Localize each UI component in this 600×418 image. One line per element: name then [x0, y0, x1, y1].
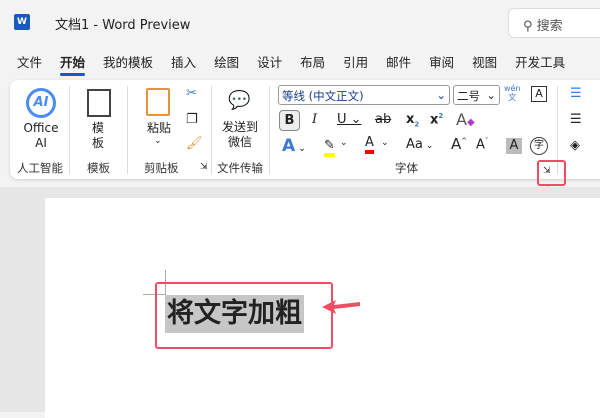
phonetic-label: wén: [504, 84, 521, 93]
italic-button[interactable]: I: [312, 112, 317, 127]
phonetic-guide-button[interactable]: wén 文: [504, 84, 521, 102]
group-label-template: 模板: [87, 161, 110, 175]
align-left-icon[interactable]: ☰: [570, 112, 582, 127]
chevron-down-icon[interactable]: ⌄: [340, 138, 348, 148]
tab-my-templates[interactable]: 我的模板: [94, 52, 162, 76]
tab-design[interactable]: 设计: [248, 52, 291, 76]
send-to-wechat-button[interactable]: 发送到微信: [222, 120, 258, 150]
ribbon-tabs: 文件 开始 我的模板 插入 绘图 设计 布局 引用 邮件 审阅 视图 开发工具: [8, 52, 574, 76]
group-label-font: 字体: [395, 161, 418, 175]
tab-layout[interactable]: 布局: [291, 52, 334, 76]
group-label-clipboard: 剪贴板: [144, 161, 179, 175]
chevron-down-icon: ⌄: [486, 88, 496, 102]
copy-icon[interactable]: ❐: [186, 112, 198, 127]
tab-view[interactable]: 视图: [463, 52, 506, 76]
clipboard-launcher-icon[interactable]: ⇲: [200, 162, 208, 172]
wechat-icon: 💬: [228, 90, 251, 111]
font-name-value: 等线 (中文正文): [282, 89, 364, 103]
shading-icon[interactable]: ◈: [570, 138, 580, 153]
grow-font-button[interactable]: A^: [451, 135, 467, 153]
chevron-down-icon[interactable]: ⌄: [381, 138, 389, 148]
font-size-select[interactable]: 二号 ⌄: [453, 85, 500, 105]
strikethrough-button[interactable]: ab: [375, 112, 391, 127]
enclose-characters-button[interactable]: 字: [530, 137, 548, 155]
subscript-button[interactable]: x2: [406, 112, 419, 129]
text-effects-button[interactable]: A ⌄: [282, 136, 306, 156]
tab-home[interactable]: 开始: [51, 52, 94, 76]
office-ai-button[interactable]: Office AI: [18, 121, 64, 151]
font-size-value: 二号: [457, 89, 480, 103]
group-label-ai: 人工智能: [17, 161, 63, 175]
launcher-highlight-box: [537, 160, 566, 186]
underline-button[interactable]: U ⌄: [337, 112, 362, 127]
tab-mailings[interactable]: 邮件: [377, 52, 420, 76]
font-name-select[interactable]: 等线 (中文正文) ⌄: [278, 85, 450, 105]
title-bar: W 文档1 - Word Preview ⚲ 搜索: [0, 0, 600, 44]
tab-insert[interactable]: 插入: [162, 52, 205, 76]
paste-icon: [146, 88, 170, 116]
chevron-down-icon: ⌄: [436, 88, 446, 102]
phonetic-char: 文: [508, 93, 517, 102]
office-ai-icon: AI: [26, 88, 56, 118]
clear-formatting-icon[interactable]: A◆: [456, 110, 475, 129]
change-case-button[interactable]: Aa ⌄: [406, 137, 433, 152]
tab-draw[interactable]: 绘图: [205, 52, 248, 76]
search-box[interactable]: ⚲ 搜索: [508, 8, 600, 38]
character-border-icon[interactable]: A: [531, 86, 547, 102]
group-label-transfer: 文件传输: [217, 161, 263, 175]
highlight-color-button[interactable]: ✎: [324, 138, 335, 157]
window-title: 文档1 - Word Preview: [55, 18, 191, 33]
character-shading-button[interactable]: A: [506, 138, 522, 154]
bold-button[interactable]: B: [279, 110, 300, 131]
arrow-left-annotation: [322, 300, 360, 314]
ribbon: AI Office AI 人工智能 模板 模板 粘贴 ⌄ ✂ ❐ 🖌 剪贴板 ⇲…: [10, 80, 600, 179]
chevron-down-icon[interactable]: ⌄: [154, 136, 162, 146]
template-button[interactable]: 模板: [88, 121, 108, 151]
paste-button[interactable]: 粘贴: [144, 121, 174, 136]
tab-developer[interactable]: 开发工具: [506, 52, 574, 76]
format-painter-icon[interactable]: 🖌: [186, 136, 203, 151]
bullets-icon[interactable]: ☰: [570, 86, 582, 101]
text-highlight-box: [155, 282, 333, 349]
font-color-button[interactable]: A: [365, 136, 374, 154]
superscript-button[interactable]: x2: [430, 112, 443, 127]
tab-file[interactable]: 文件: [8, 52, 51, 76]
tab-references[interactable]: 引用: [334, 52, 377, 76]
word-logo-icon: W: [14, 14, 30, 30]
search-label: 搜索: [536, 19, 563, 34]
shrink-font-button[interactable]: Aˇ: [476, 137, 488, 152]
cut-icon[interactable]: ✂: [186, 86, 197, 101]
tab-review[interactable]: 审阅: [420, 52, 463, 76]
search-icon: ⚲: [523, 19, 537, 34]
template-icon: [87, 89, 111, 117]
